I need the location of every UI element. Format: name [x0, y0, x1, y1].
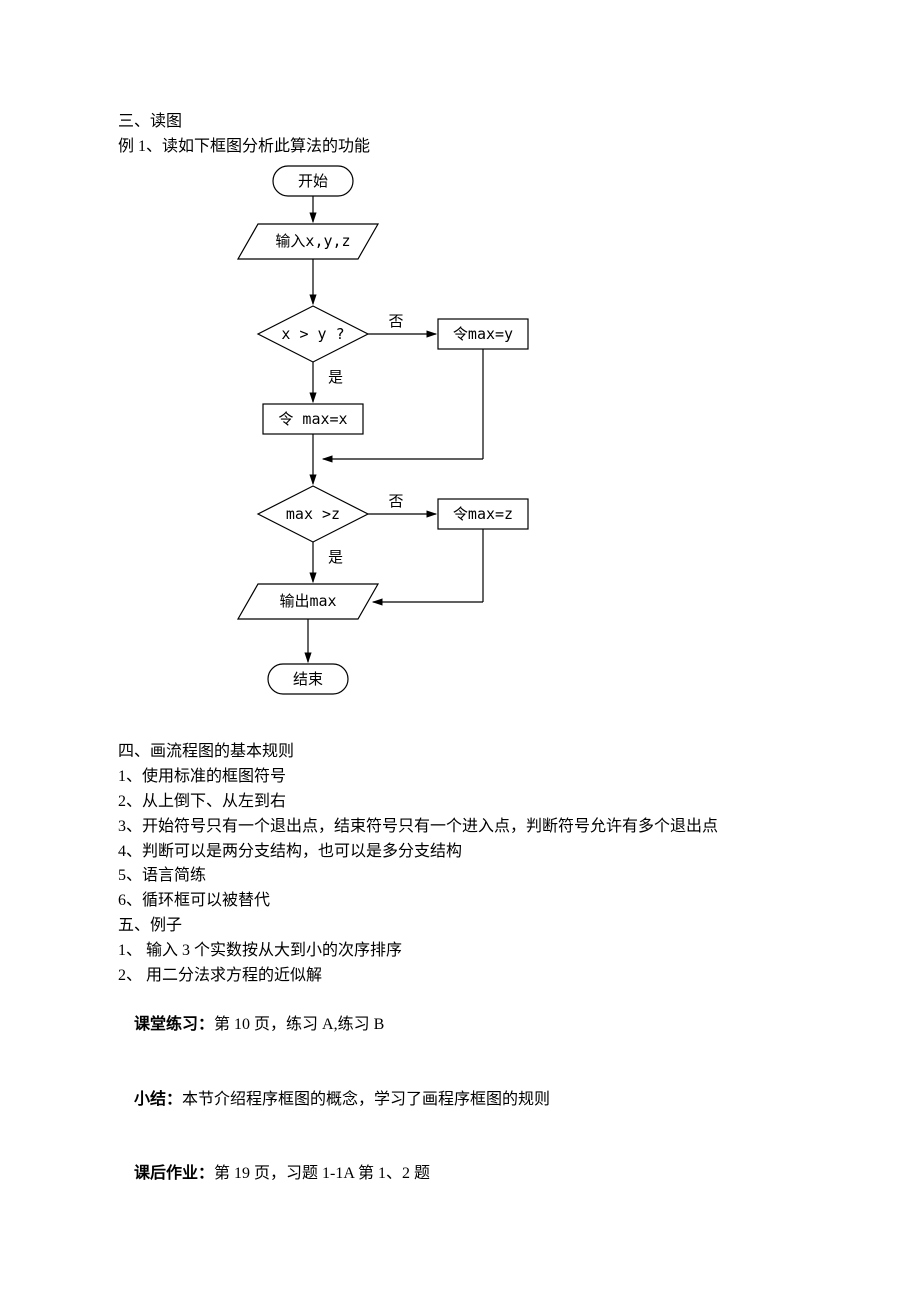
decision-2-label: max >z	[286, 505, 340, 523]
rule-2: 2、从上倒下、从左到右	[118, 790, 800, 815]
output-label: 输出max	[279, 592, 336, 610]
homework-label: 课后作业：	[134, 1165, 214, 1182]
set-max-y-label: 令max=y	[453, 325, 513, 343]
section-4-title: 四、画流程图的基本规则	[118, 740, 800, 765]
rule-6: 6、循环框可以被替代	[118, 889, 800, 914]
flowchart-diagram: 开始 输入x,y,z x > y ? 否 令max=y 是 令 max=x	[178, 164, 800, 733]
classwork-line: 课堂练习：第 10 页，练习 A,练习 B	[118, 988, 800, 1062]
classwork-label: 课堂练习：	[134, 1016, 214, 1033]
homework-line: 课后作业：第 19 页，习题 1-1A 第 1、2 题	[118, 1137, 800, 1211]
rule-5: 5、语言简练	[118, 864, 800, 889]
decision-2-yes-label: 是	[328, 548, 343, 566]
example-5-1: 1、 输入 3 个实数按从大到小的次序排序	[118, 939, 800, 964]
summary-label: 小结：	[134, 1091, 182, 1108]
rule-1: 1、使用标准的框图符号	[118, 765, 800, 790]
decision-1-no-label: 否	[388, 312, 403, 330]
rule-3: 3、开始符号只有一个退出点，结束符号只有一个进入点，判断符号允许有多个退出点	[118, 815, 800, 840]
summary-line: 小结：本节介绍程序框图的概念，学习了画程序框图的规则	[118, 1063, 800, 1137]
classwork-text: 第 10 页，练习 A,练习 B	[214, 1016, 384, 1033]
summary-text: 本节介绍程序框图的概念，学习了画程序框图的规则	[182, 1091, 550, 1108]
set-max-z-label: 令max=z	[453, 505, 513, 523]
section-3-title: 三、读图	[118, 110, 800, 135]
example-5-2: 2、 用二分法求方程的近似解	[118, 964, 800, 989]
input-label: 输入x,y,z	[275, 232, 350, 250]
decision-2-no-label: 否	[388, 492, 403, 510]
rule-4: 4、判断可以是两分支结构，也可以是多分支结构	[118, 840, 800, 865]
section-5-title: 五、例子	[118, 914, 800, 939]
set-max-x-label: 令 max=x	[278, 410, 347, 428]
document-page: 三、读图 例 1、读如下框图分析此算法的功能 开始 输入x,y,z x > y …	[0, 0, 920, 1302]
end-label: 结束	[293, 670, 323, 688]
decision-1-label: x > y ?	[281, 325, 344, 343]
example-1-prompt: 例 1、读如下框图分析此算法的功能	[118, 135, 800, 160]
start-label: 开始	[298, 172, 328, 190]
decision-1-yes-label: 是	[328, 368, 343, 386]
homework-text: 第 19 页，习题 1-1A 第 1、2 题	[214, 1165, 430, 1182]
